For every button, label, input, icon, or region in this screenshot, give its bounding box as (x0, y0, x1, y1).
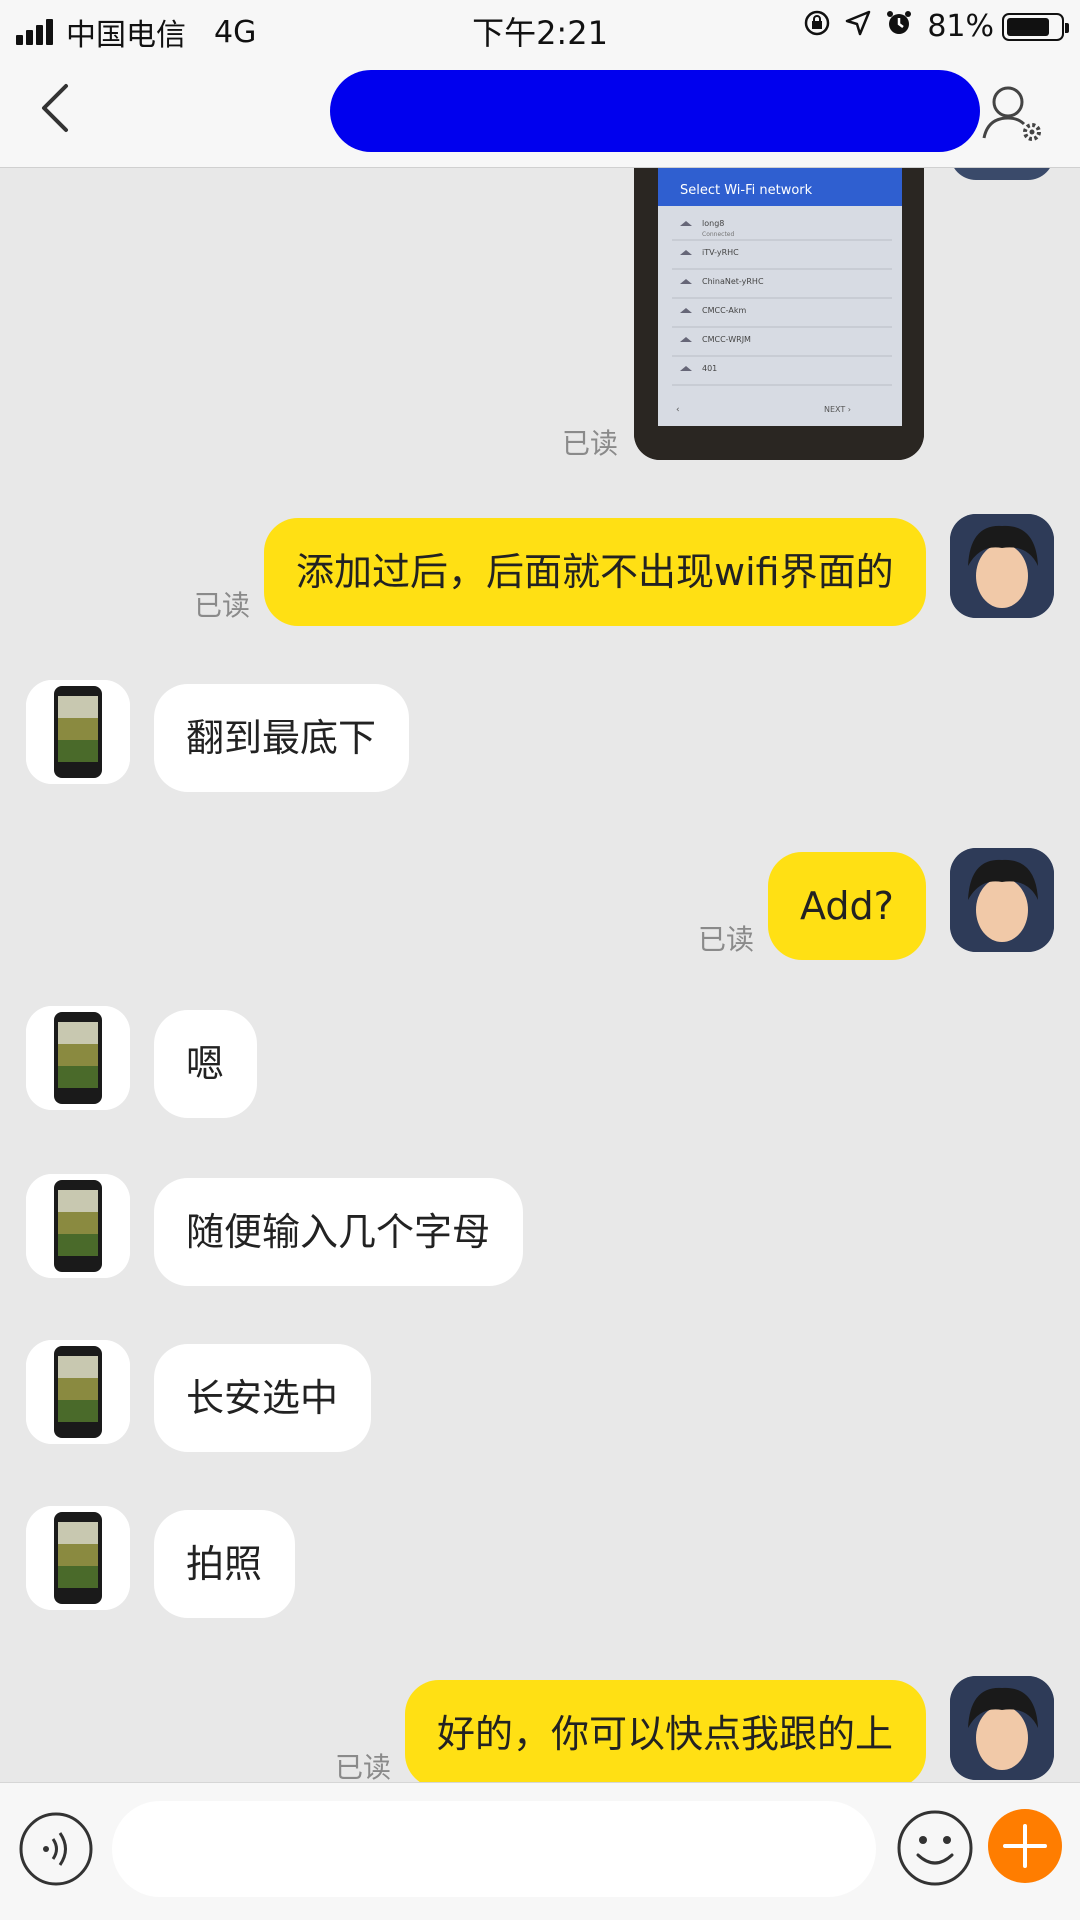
emoji-button[interactable] (896, 1809, 974, 1887)
avatar[interactable] (26, 1506, 130, 1610)
back-button[interactable] (30, 78, 90, 138)
conversation-title (330, 70, 980, 152)
wifi-network-name: long8 (702, 219, 724, 228)
read-receipt: 已读 (562, 427, 619, 460)
wifi-header-text: Select Wi-Fi network (680, 183, 813, 198)
status-bar: 中国电信 4G 下午2:21 81% (0, 0, 1080, 53)
chevron-left-icon (42, 84, 68, 132)
avatar[interactable] (26, 680, 130, 784)
message-bubble[interactable]: 拍照 (154, 1510, 295, 1618)
message-bubble[interactable]: 翻到最底下 (154, 684, 409, 792)
location-icon (845, 10, 871, 43)
alarm-icon (885, 9, 913, 44)
input-bar (0, 1782, 1080, 1920)
wifi-next-label: NEXT › (824, 405, 851, 414)
plus-icon (1003, 1824, 1047, 1868)
avatar[interactable] (950, 168, 1054, 180)
message-bubble[interactable]: Add? (768, 852, 926, 960)
message-bubble[interactable]: 随便输入几个字母 (154, 1178, 523, 1286)
message-bubble[interactable]: 添加过后，后面就不出现wifi界面的 (264, 518, 926, 626)
user-settings-icon (982, 86, 1041, 141)
avatar[interactable] (26, 1174, 130, 1278)
wifi-connected-label: Connected (702, 231, 735, 238)
battery-icon (1002, 12, 1069, 41)
image-message[interactable]: Select Wi-Fi network long8 Connected iTV-y… (634, 168, 924, 460)
message-input[interactable] (112, 1801, 876, 1897)
plus-button[interactable] (988, 1809, 1062, 1883)
rotation-lock-icon (803, 9, 831, 44)
wifi-network-name: 401 (702, 364, 717, 373)
avatar[interactable] (26, 1006, 130, 1110)
wifi-network-name: CMCC-WRJM (702, 335, 751, 344)
avatar[interactable] (950, 848, 1054, 952)
profile-settings-button[interactable] (980, 80, 1044, 144)
read-receipt: 已读 (335, 1751, 392, 1782)
phone-avatar-image (26, 680, 130, 784)
message-bubble[interactable]: 嗯 (154, 1010, 257, 1118)
avatar[interactable] (950, 1676, 1054, 1780)
battery-percent: 81% (927, 9, 994, 44)
voice-button[interactable] (18, 1811, 94, 1887)
user-avatar-image (950, 1676, 1054, 1780)
read-receipt: 已读 (194, 589, 251, 622)
phone-avatar-image (26, 1006, 130, 1110)
avatar[interactable] (950, 514, 1054, 618)
wifi-network-name: CMCC-Akm (702, 306, 746, 315)
phone-avatar-image (26, 1506, 130, 1610)
voice-icon (19, 1812, 93, 1886)
phone-avatar-image (26, 1174, 130, 1278)
status-right: 81% (789, 9, 1069, 44)
wifi-screenshot-image: Select Wi-Fi network long8 Connected iTV-y… (634, 168, 924, 460)
battery-fill (1007, 17, 1050, 36)
phone-avatar-image (26, 1340, 130, 1444)
nav-bar (0, 52, 1080, 168)
emoji-icon (897, 1810, 973, 1886)
avatar[interactable] (26, 1340, 130, 1444)
user-avatar-image (950, 848, 1054, 952)
message-bubble[interactable]: 长安选中 (154, 1344, 371, 1452)
wifi-prev-arrow: ‹ (676, 405, 680, 415)
user-avatar-image (950, 514, 1054, 618)
wifi-network-name: iTV-yRHC (702, 248, 739, 257)
read-receipt: 已读 (698, 923, 755, 956)
message-bubble[interactable]: 好的，你可以快点我跟的上 (405, 1680, 926, 1782)
chat-area[interactable]: Select Wi-Fi network long8 Connected iTV-y… (0, 168, 1080, 1782)
wifi-network-name: ChinaNet-yRHC (702, 277, 764, 286)
